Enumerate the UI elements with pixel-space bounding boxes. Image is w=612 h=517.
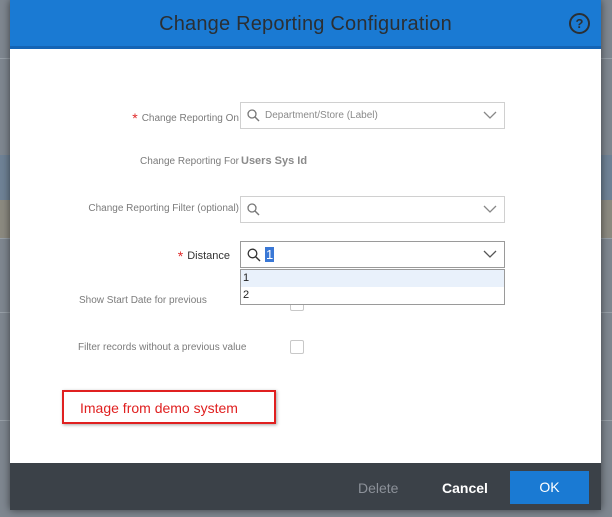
search-icon xyxy=(247,248,261,262)
delete-button[interactable]: Delete xyxy=(358,480,398,496)
required-asterisk: * xyxy=(132,110,138,126)
demo-annotation-text: Image from demo system xyxy=(80,400,238,416)
change-reporting-dialog: Change Reporting Configuration ? * Change… xyxy=(10,0,601,510)
distance-select[interactable]: 1 xyxy=(240,241,505,268)
distance-selected-text: 1 xyxy=(265,247,275,262)
change-reporting-filter-label: Change Reporting Filter (optional) xyxy=(88,203,239,214)
filter-records-label: Filter records without a previous value xyxy=(78,342,247,353)
distance-dropdown-list: 1 2 xyxy=(240,269,505,305)
dialog-header: Change Reporting Configuration ? xyxy=(10,0,601,49)
distance-option-1[interactable]: 1 xyxy=(241,270,504,287)
required-asterisk: * xyxy=(177,248,184,264)
search-icon xyxy=(247,203,260,216)
dialog-title: Change Reporting Configuration xyxy=(159,13,452,35)
chevron-down-icon[interactable] xyxy=(483,205,497,214)
change-reporting-for-value: Users Sys Id xyxy=(241,155,308,167)
change-reporting-for-label: Change Reporting For xyxy=(140,156,239,167)
change-reporting-on-value: Department/Store (Label) xyxy=(265,110,378,121)
change-reporting-on-label: * Change Reporting On xyxy=(132,110,239,126)
chevron-down-icon[interactable] xyxy=(483,111,497,120)
search-icon xyxy=(247,109,260,122)
cancel-button[interactable]: Cancel xyxy=(442,480,488,496)
question-circle-icon[interactable]: ? xyxy=(569,13,590,34)
filter-records-checkbox[interactable] xyxy=(290,340,304,354)
distance-input[interactable]: 1 xyxy=(265,247,275,262)
change-reporting-on-select[interactable]: Department/Store (Label) xyxy=(240,102,505,129)
ok-button[interactable]: OK xyxy=(510,471,589,504)
distance-label: * Distance xyxy=(177,248,230,264)
distance-option-2[interactable]: 2 xyxy=(241,287,504,304)
change-reporting-filter-select[interactable] xyxy=(240,196,505,223)
show-start-date-label: Show Start Date for previous xyxy=(79,295,207,306)
dialog-footer: Delete Cancel OK xyxy=(10,463,601,510)
chevron-down-icon[interactable] xyxy=(483,250,497,259)
demo-annotation: Image from demo system xyxy=(62,390,276,424)
